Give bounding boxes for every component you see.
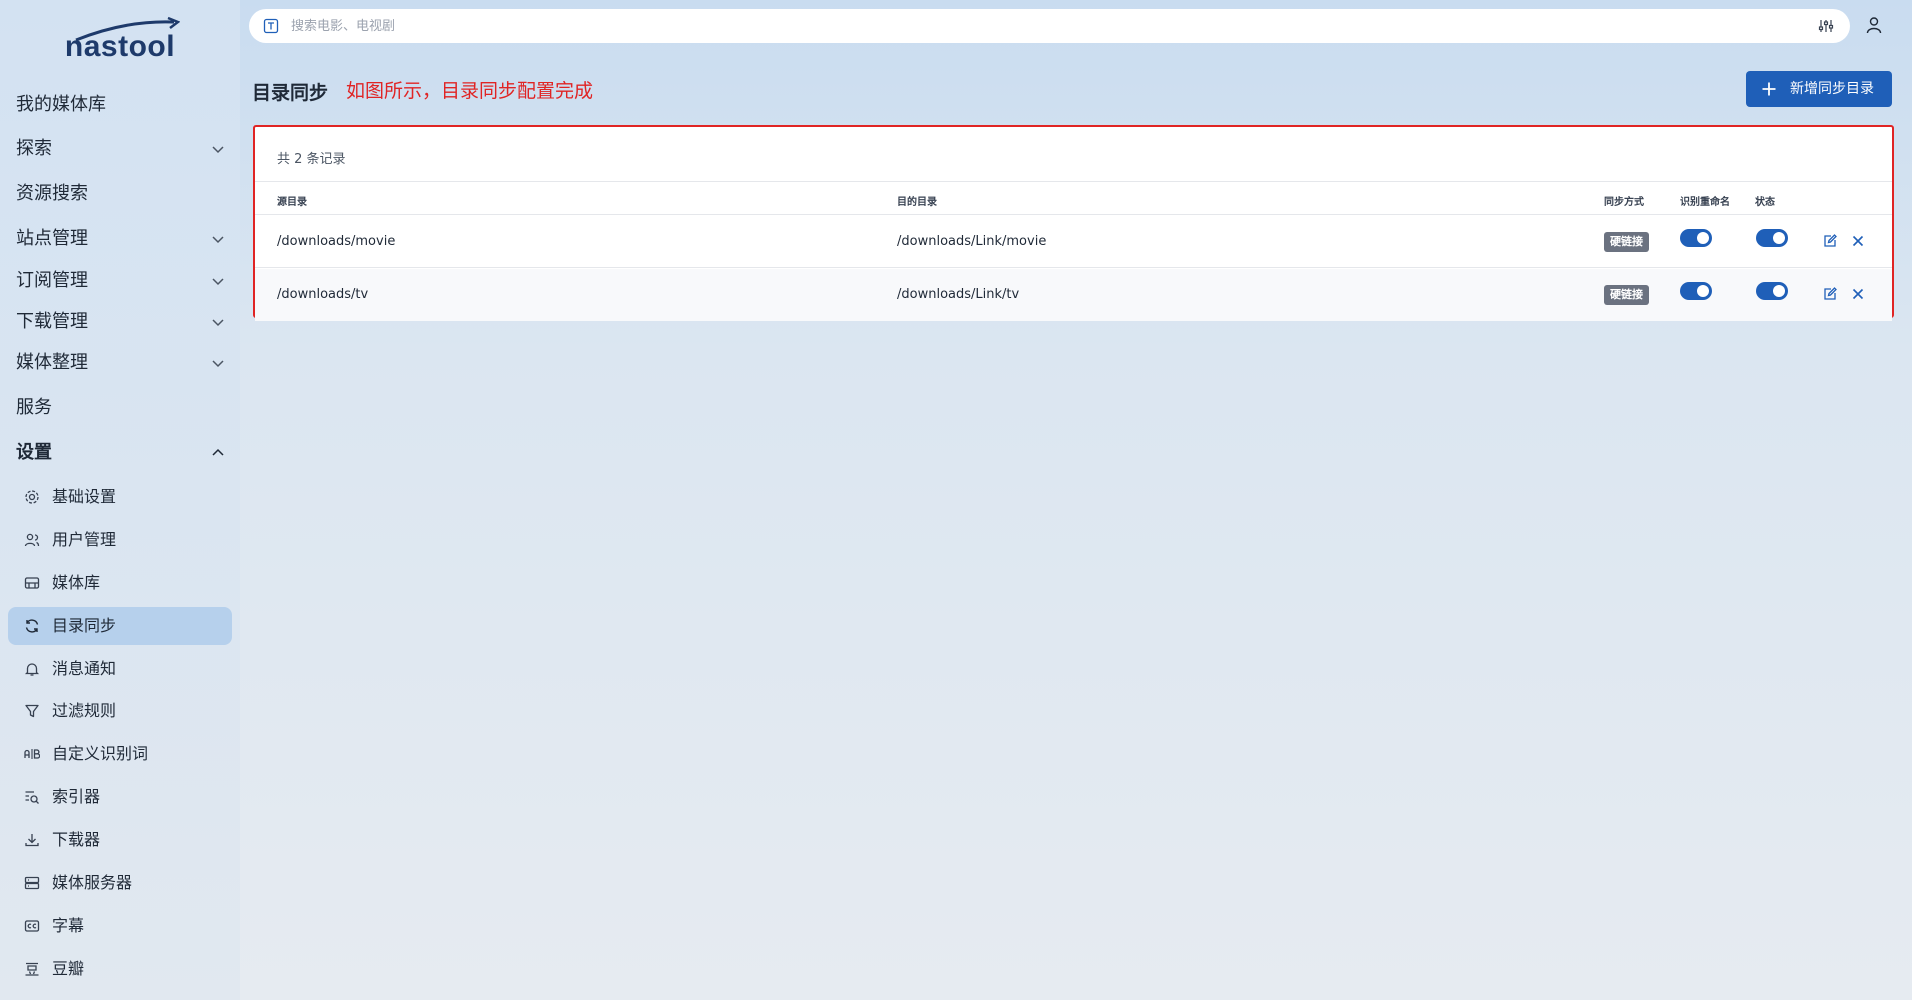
sidebar-item-label: 过滤规则 [52,701,117,720]
rename-toggle[interactable] [1680,229,1712,247]
sidebar-item-user-management[interactable]: 用户管理 [8,521,232,559]
sidebar-item-indexer[interactable]: 索引器 [8,778,232,816]
source-dir: /downloads/tv [277,287,369,302]
record-count: 共 2 条记录 [277,152,346,167]
target-dir: /downloads/Link/movie [897,234,1047,249]
sidebar-item-label: 媒体库 [52,573,101,592]
sidebar-item-site-management[interactable]: 站点管理 [0,218,240,260]
sidebar-item-label: 下载器 [52,830,101,849]
sidebar-item-notifications[interactable]: 消息通知 [8,650,232,688]
target-dir: /downloads/Link/tv [897,287,1020,302]
sync-mode-badge: 硬链接 [1604,285,1649,305]
table-row: /downloads/tv /downloads/Link/tv 硬链接 [255,269,1892,321]
chevron-up-icon [212,448,224,456]
table-header: 源目录 目的目录 同步方式 识别重命名 状态 [255,181,1892,215]
sidebar-item-custom-words[interactable]: 自定义识别词 [8,735,232,773]
sync-icon [25,619,39,633]
delete-icon[interactable] [1850,233,1866,249]
sidebar-item-label: 豆瓣 [52,959,85,978]
sidebar-item-label: 资源搜索 [16,183,88,204]
sidebar-item-label: 站点管理 [16,228,88,249]
column-header-rename: 识别重命名 [1680,197,1730,208]
sidebar-item-label: 媒体整理 [16,352,88,373]
filter-icon [25,704,39,718]
sidebar-item-label: 媒体服务器 [52,873,133,892]
sidebar-item-subtitles[interactable]: 字幕 [8,907,232,945]
list-search-icon [25,791,39,804]
text-type-icon [263,18,279,34]
sidebar-item-label: 下载管理 [16,311,88,332]
chevron-down-icon [212,236,224,244]
page-title: 目录同步 [252,82,329,104]
search-bar [249,9,1850,43]
column-header-source: 源目录 [277,197,307,208]
status-toggle[interactable] [1756,229,1788,247]
sidebar-item-label: 服务 [16,397,52,418]
edit-icon[interactable] [1822,286,1838,302]
chevron-down-icon [212,278,224,286]
annotation-text: 如图所示，目录同步配置完成 [346,80,594,102]
sidebar-item-subscription[interactable]: 订阅管理 [0,260,240,302]
edit-icon[interactable] [1822,233,1838,249]
column-header-target: 目的目录 [897,197,937,208]
table-row: /downloads/movie /downloads/Link/movie 硬… [255,216,1892,268]
ab-icon [24,749,40,759]
sidebar-item-resource-search[interactable]: 资源搜索 [0,173,88,215]
delete-icon[interactable] [1850,286,1866,302]
plus-icon [1762,82,1776,96]
sidebar-item-filter-rules[interactable]: 过滤规则 [8,692,232,730]
sidebar-item-basic-settings[interactable]: 基础设置 [8,478,232,516]
chevron-down-icon [212,360,224,368]
sidebar-item-media-library-settings[interactable]: 媒体库 [8,564,232,602]
sidebar-item-label: 订阅管理 [16,270,88,291]
add-sync-directory-button[interactable]: 新增同步目录 [1746,71,1892,107]
sidebar-item-explore[interactable]: 探索 [0,128,240,170]
users-icon [24,533,40,547]
sidebar-item-downloader[interactable]: 下载器 [8,821,232,859]
chevron-down-icon [212,146,224,154]
sidebar-item-media-library[interactable]: 我的媒体库 [0,84,106,126]
sidebar-item-label: 我的媒体库 [16,94,106,115]
search-input[interactable] [291,14,1771,38]
server-icon [24,876,40,890]
sidebar-item-label: 字幕 [52,916,85,935]
sidebar-item-media-organize[interactable]: 媒体整理 [0,342,240,384]
add-button-label: 新增同步目录 [1790,81,1874,97]
sidebar-item-directory-sync[interactable]: 目录同步 [8,607,232,645]
sidebar-item-settings[interactable]: 设置 [0,432,240,474]
sidebar-item-label: 用户管理 [52,530,117,549]
column-header-status: 状态 [1755,197,1775,208]
chevron-down-icon [212,319,224,327]
sidebar-item-label: 目录同步 [52,616,117,635]
sidebar-item-label: 探索 [16,138,52,159]
logo[interactable]: nastool [0,14,240,64]
logo-arc-icon [75,16,180,42]
status-toggle[interactable] [1756,282,1788,300]
user-icon[interactable] [1865,16,1883,34]
sidebar-item-media-server[interactable]: 媒体服务器 [8,864,232,902]
rename-toggle[interactable] [1680,282,1712,300]
sync-mode-badge: 硬链接 [1604,232,1649,252]
sidebar: nastool 我的媒体库 探索 资源搜索 站点管理 订阅管理 下载管理 媒体整… [0,0,240,1000]
sidebar-item-download[interactable]: 下载管理 [0,301,240,343]
sidebar-item-label: 自定义识别词 [52,744,149,763]
sidebar-item-label: 基础设置 [52,487,117,506]
adjustments-icon[interactable] [1818,18,1834,34]
app: nastool 我的媒体库 探索 资源搜索 站点管理 订阅管理 下载管理 媒体整… [0,0,1912,1000]
sidebar-item-label: 索引器 [52,787,101,806]
download-icon [25,834,39,847]
subtitle-icon [24,920,40,932]
sidebar-item-label: 消息通知 [52,659,117,678]
source-dir: /downloads/movie [277,234,396,249]
bell-icon [24,663,40,676]
douban-icon [25,962,39,976]
gear-icon [25,490,39,504]
column-header-mode: 同步方式 [1604,197,1644,208]
sidebar-item-douban[interactable]: 豆瓣 [8,950,232,988]
sidebar-item-services[interactable]: 服务 [0,387,52,429]
sidebar-item-label: 设置 [16,442,52,463]
media-library-icon [24,577,40,589]
sync-table-card: 共 2 条记录 源目录 目的目录 同步方式 识别重命名 状态 /download… [253,125,1894,321]
